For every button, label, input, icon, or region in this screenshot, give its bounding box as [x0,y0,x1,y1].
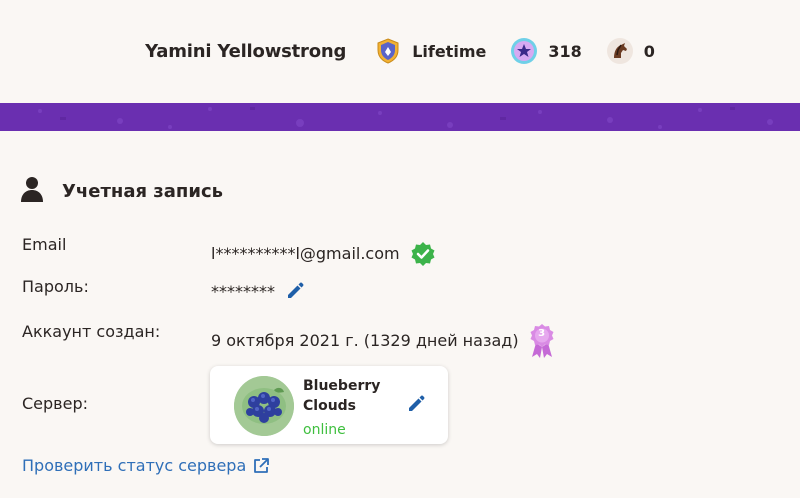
server-card[interactable]: Blueberry Clouds online [210,366,448,444]
password-value: ******** [211,281,275,301]
horses-stat: 0 [606,37,655,65]
check-server-status-link[interactable]: Проверить статус сервера [22,456,270,475]
stars-stat: 318 [510,37,582,65]
membership-stat: Lifetime [374,37,486,65]
email-value-row: l**********l@gmail.com [211,235,436,271]
pencil-icon[interactable] [406,394,426,414]
email-value: l**********l@gmail.com [211,243,400,263]
created-value: 9 октября 2021 г. (1329 дней назад) [211,330,519,350]
verified-check-icon [410,241,436,271]
server-status: online [303,422,346,438]
star-coin-icon [510,37,538,65]
stars-count: 318 [548,41,582,61]
server-name: Blueberry Clouds [303,378,381,414]
external-link-icon [252,457,270,475]
shield-icon [374,37,402,65]
server-label: Сервер: [22,394,88,413]
created-label: Аккаунт создан: [22,322,161,341]
user-icon [20,175,44,207]
email-label: Email [22,235,67,254]
created-value-row: 9 октября 2021 г. (1329 дней назад) 3 [211,322,557,358]
check-server-status-label: Проверить статус сервера [22,456,247,475]
password-label: Пароль: [22,277,89,296]
section-title: Учетная запись [62,180,223,202]
profile-header: Yamini Yellowstrong Lifetime 318 0 [0,0,800,103]
horses-count: 0 [643,41,655,61]
horse-icon [606,37,634,65]
account-section-header: Учетная запись [20,176,223,206]
profile-header-row: Yamini Yellowstrong Lifetime 318 0 [0,34,800,68]
pencil-icon[interactable] [285,281,305,305]
badge-number: 3 [538,328,546,339]
header-banner [0,103,800,131]
membership-label: Lifetime [412,41,487,61]
server-avatar [234,376,294,436]
password-value-row: ******** [211,277,305,305]
ribbon-badge-icon: 3 [527,323,557,359]
username: Yamini Yellowstrong [145,40,347,62]
